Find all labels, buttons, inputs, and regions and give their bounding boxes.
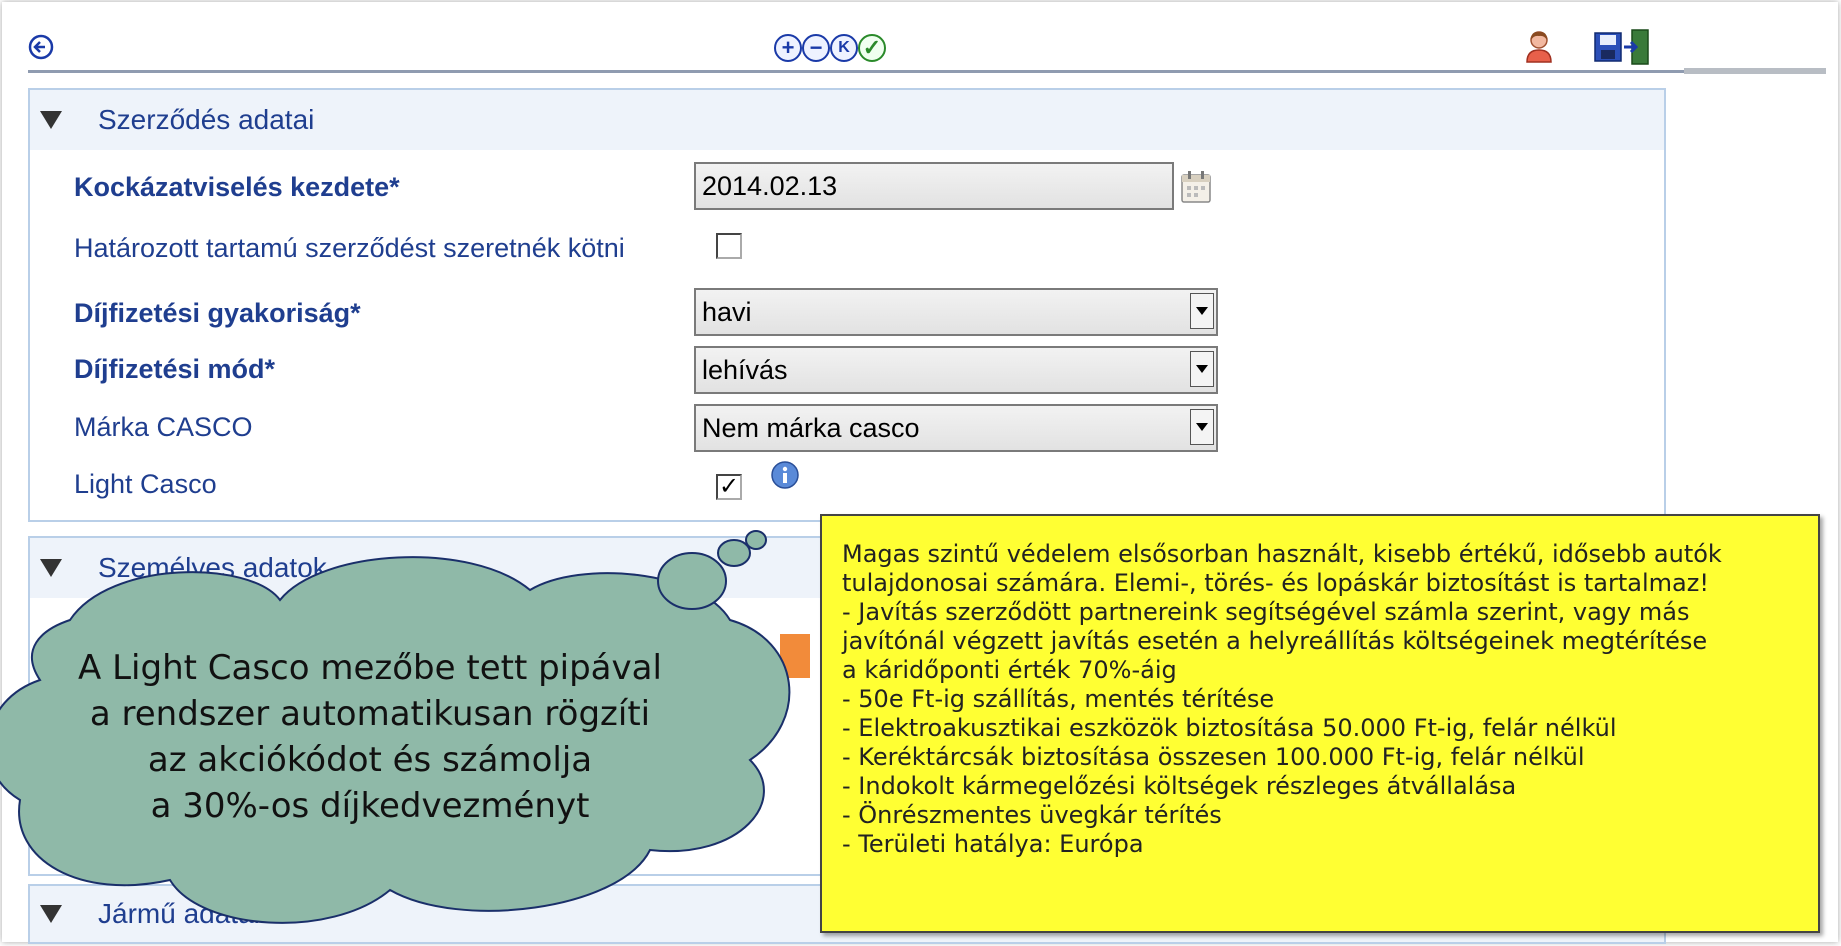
chevron-down-icon[interactable]: [1190, 293, 1214, 329]
tooltip-line: - Önrészmentes üvegkár térítés: [842, 801, 1222, 829]
calendar-icon[interactable]: [1180, 170, 1212, 204]
remove-button[interactable]: −: [802, 34, 830, 62]
ok-button[interactable]: ✓: [858, 34, 886, 62]
toolbar: + − K ✓: [28, 28, 1826, 72]
tooltip-line: javítónál végzett javítás esetén a helyr…: [842, 627, 1708, 655]
chevron-down-icon[interactable]: [1190, 409, 1214, 445]
callout-line: a 30%-os díjkedvezményt: [150, 786, 590, 826]
brand-select[interactable]: Nem márka casco: [694, 404, 1218, 452]
callout-text: A Light Casco mezőbe tett pipával a rend…: [50, 645, 690, 829]
callout-line: A Light Casco mezőbe tett pipával: [78, 648, 662, 688]
info-icon[interactable]: [770, 460, 800, 490]
k-button[interactable]: K: [830, 34, 858, 62]
exit-icon[interactable]: [1622, 28, 1652, 66]
payment-value: lehívás: [702, 354, 788, 385]
contract-panel-header[interactable]: Szerződés adatai: [30, 90, 1664, 150]
callout-line: a rendszer automatikusan rögzíti: [89, 694, 651, 734]
light-casco-tooltip: Magas szintű védelem elsősorban használt…: [820, 514, 1820, 933]
tooltip-line: - Területi hatálya: Európa: [842, 830, 1144, 858]
tooltip-line: - 50e Ft-ig szállítás, mentés térítése: [842, 685, 1275, 713]
frequency-select[interactable]: havi: [694, 288, 1218, 336]
add-button[interactable]: +: [774, 34, 802, 62]
payment-select[interactable]: lehívás: [694, 346, 1218, 394]
payment-label: Díjfizetési mód*: [74, 354, 276, 384]
tooltip-line: - Keréktárcsák biztosítása összesen 100.…: [842, 743, 1585, 771]
chevron-down-icon[interactable]: [1190, 351, 1214, 387]
contract-panel-title: Szerződés adatai: [98, 104, 315, 135]
start-date-label: Kockázatviselés kezdete*: [74, 172, 400, 202]
toolbar-divider-end: [1684, 68, 1826, 74]
tooltip-line: - Elektroakusztikai eszközök biztosítása…: [842, 714, 1617, 742]
start-date-input[interactable]: 2014.02.13: [694, 162, 1174, 210]
tooltip-line: tulajdonosai számára. Elemi-, törés- és …: [842, 569, 1709, 597]
light-casco-checkbox[interactable]: ✓: [716, 474, 742, 500]
brand-value: Nem márka casco: [702, 412, 920, 443]
user-icon[interactable]: [1524, 30, 1554, 64]
tooltip-line: - Javítás szerződött partnereink segítsé…: [842, 598, 1690, 626]
fixed-term-label: Határozott tartamú szerződést szeretnék …: [74, 233, 625, 263]
callout-line: az akciókódot és számolja: [147, 740, 593, 780]
frequency-value: havi: [702, 296, 752, 327]
brand-label: Márka CASCO: [74, 412, 253, 442]
tooltip-line: a káridőponti érték 70%-áig: [842, 656, 1177, 684]
light-casco-label: Light Casco: [74, 469, 217, 499]
frequency-label: Díjfizetési gyakoriság*: [74, 298, 361, 328]
back-arrow-icon[interactable]: [28, 34, 54, 60]
tooltip-line: Magas szintű védelem elsősorban használt…: [842, 540, 1722, 568]
toolbar-divider: [28, 70, 1684, 73]
collapse-triangle-icon[interactable]: [40, 111, 62, 129]
fixed-term-checkbox[interactable]: [716, 233, 742, 259]
save-icon[interactable]: [1594, 32, 1622, 62]
tooltip-line: - Indokolt kármegelőzési költségek részl…: [842, 772, 1517, 800]
